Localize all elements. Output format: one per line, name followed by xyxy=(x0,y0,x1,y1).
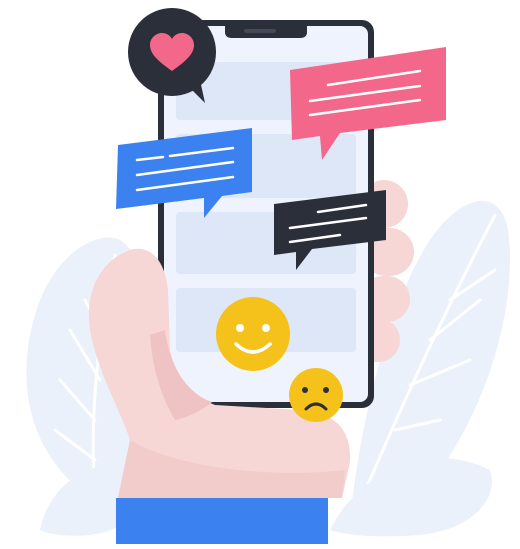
smile-face xyxy=(216,297,290,371)
smile-emoji-icon xyxy=(216,297,290,371)
smile-left-eye xyxy=(236,324,244,332)
sleeve xyxy=(116,498,328,544)
sad-left-eye xyxy=(302,387,308,393)
chat-illustration xyxy=(0,0,520,549)
sad-face xyxy=(289,368,343,422)
sad-right-eye xyxy=(323,387,329,393)
smile-right-eye xyxy=(262,324,270,332)
phone-speaker xyxy=(244,29,276,33)
illustration-canvas xyxy=(26,8,511,544)
lower-right-leaf xyxy=(330,458,492,537)
sad-emoji-icon xyxy=(289,368,343,422)
